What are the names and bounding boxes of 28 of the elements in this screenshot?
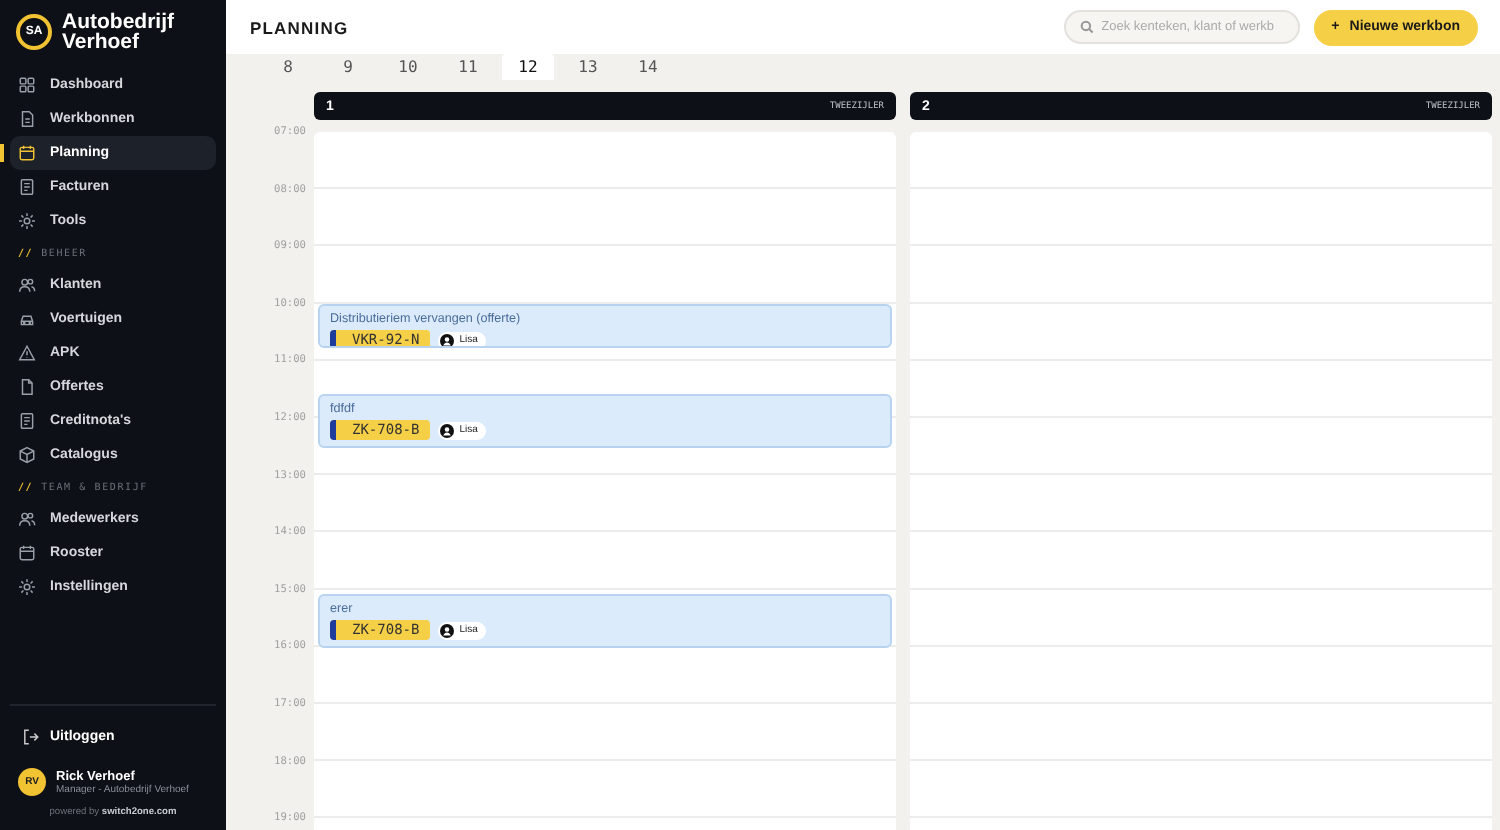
car-icon [18, 310, 36, 328]
calendar-icon [18, 544, 36, 562]
day-tab[interactable]: 14 [618, 54, 678, 80]
invoice-icon [18, 178, 36, 196]
day-tab[interactable]: 9 [318, 54, 378, 80]
person-icon [439, 423, 454, 437]
grid-icon [18, 76, 36, 94]
file-icon [18, 378, 36, 396]
users-icon [18, 510, 36, 528]
day-tab[interactable]: 13 [558, 54, 618, 80]
day-tab[interactable]: 11 [438, 54, 498, 80]
person-icon [439, 333, 454, 346]
day-tab[interactable]: 10 [378, 54, 438, 80]
sun-icon [18, 578, 36, 596]
sun-icon [18, 212, 36, 230]
logout-icon [22, 727, 40, 745]
doc-icon [18, 110, 36, 128]
day-tab[interactable]: 8 [258, 54, 318, 80]
search-icon [1079, 20, 1094, 34]
calendar-icon [18, 144, 36, 162]
person-icon [439, 623, 454, 637]
box-icon [18, 446, 36, 464]
page-title: PLANNING [250, 17, 351, 37]
invoice-icon [18, 412, 36, 430]
warning-icon [18, 344, 36, 362]
day-tab[interactable]: 12 [502, 54, 554, 80]
brand-name: Autobedrijf Verhoef [62, 12, 176, 52]
users-icon [18, 276, 36, 294]
